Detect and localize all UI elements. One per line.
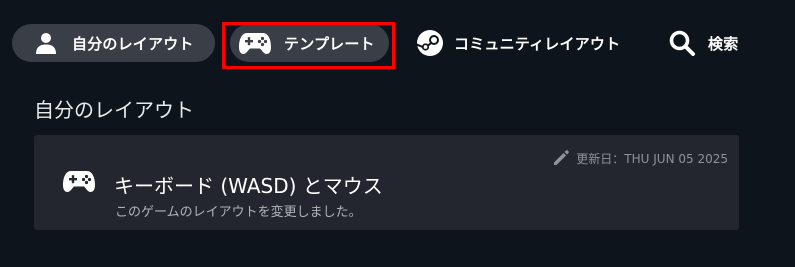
gamepad-icon xyxy=(62,169,96,193)
layout-description: このゲームのレイアウトを変更しました。 xyxy=(115,205,362,220)
tab-templates[interactable]: テンプレート xyxy=(230,24,389,62)
section-title: 自分のレイアウト xyxy=(34,98,194,122)
person-icon xyxy=(34,31,58,55)
gamepad-icon xyxy=(238,31,272,55)
steam-icon xyxy=(416,29,444,57)
layout-updated-text: 更新日：THU JUN 05 2025 xyxy=(576,151,728,166)
layout-tab-bar: 自分のレイアウト テンプレート コミュニティレイアウト 検索 xyxy=(0,0,795,90)
tab-templates-label: テンプレート xyxy=(284,34,375,53)
tab-search-label: 検索 xyxy=(708,34,739,53)
tab-search[interactable]: 検索 xyxy=(668,24,768,62)
tab-my-layouts-label: 自分のレイアウト xyxy=(72,34,194,53)
tab-community-layouts[interactable]: コミュニティレイアウト xyxy=(416,24,646,62)
tab-my-layouts[interactable]: 自分のレイアウト xyxy=(12,24,215,62)
tab-community-layouts-label: コミュニティレイアウト xyxy=(454,34,621,53)
search-icon xyxy=(668,29,696,57)
edit-icon[interactable] xyxy=(552,149,570,167)
layout-card[interactable]: 更新日：THU JUN 05 2025 キーボード (WASD) とマウス この… xyxy=(34,135,739,230)
layout-updated: 更新日：THU JUN 05 2025 xyxy=(552,149,728,167)
layout-title: キーボード (WASD) とマウス xyxy=(114,174,383,198)
